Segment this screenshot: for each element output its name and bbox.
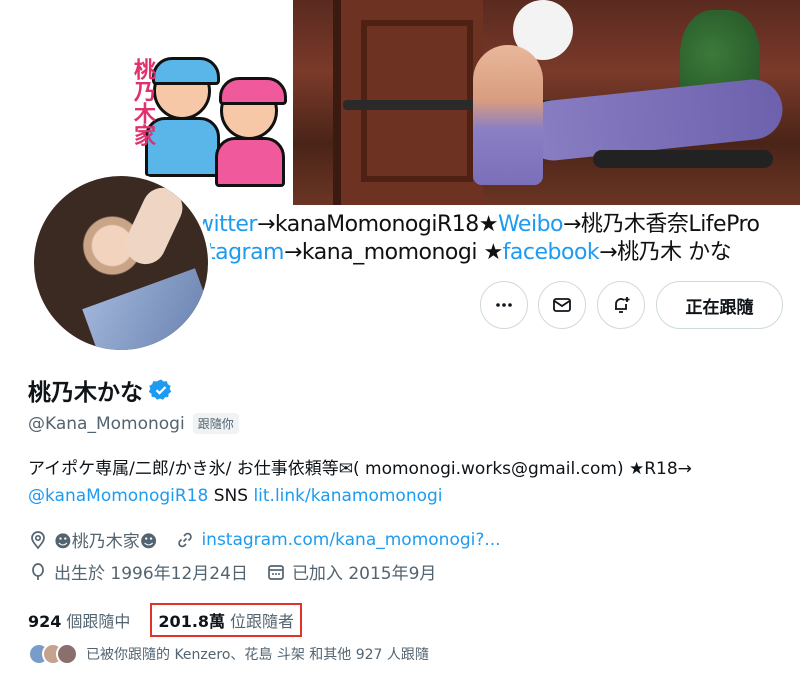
profile-bio: アイポケ専属/二郎/かき氷/ お仕事依頼等✉( momonogi.works@g… <box>28 459 692 506</box>
link-icon <box>178 532 193 547</box>
profile-meta-row1: ☻桃乃木家☻ instagram.com/kana_momonogi?... <box>28 527 519 552</box>
banner-photo <box>293 0 800 205</box>
banner-person <box>473 45 543 185</box>
website-link[interactable]: instagram.com/kana_momonogi?... <box>201 530 500 550</box>
avatar <box>56 643 78 665</box>
followed-by-text: 已被你跟隨的 Kenzero、花島 斗架 和其他 927 人跟隨 <box>86 647 429 663</box>
notify-button[interactable] <box>597 281 645 329</box>
following-stat[interactable]: 924 個跟隨中 <box>28 608 130 632</box>
mutual-avatars <box>28 643 78 665</box>
balloon-icon <box>32 562 44 580</box>
location-item: ☻桃乃木家☻ <box>28 527 157 552</box>
bell-plus-icon <box>615 297 630 313</box>
more-button[interactable] <box>480 281 528 329</box>
banner-text-line2: stagram→kana_momonogi ★facebook→桃乃木 かな <box>196 240 732 265</box>
handle: @Kana_Momonogi <box>28 413 185 434</box>
location-pin-icon <box>31 530 45 549</box>
bio-external-link[interactable]: lit.link/kanamomonogi <box>253 486 442 506</box>
follow-stats: 924 個跟隨中 201.8萬 位跟隨者 <box>28 603 330 637</box>
followers-stat[interactable]: 201.8萬 位跟隨者 <box>150 603 303 637</box>
banner-stand <box>593 150 773 168</box>
verified-badge-icon[interactable] <box>149 378 173 402</box>
birthday-item: 出生於 1996年12月24日 <box>28 559 248 584</box>
website-item[interactable]: instagram.com/kana_momonogi?... <box>175 530 501 550</box>
display-name: 桃乃木かな <box>28 380 143 406</box>
bio-mention-link[interactable]: @kanaMomonogiR18 <box>28 486 208 506</box>
followed-by-row[interactable]: 已被你跟隨的 Kenzero、花島 斗架 和其他 927 人跟隨 <box>28 643 429 665</box>
handle-row: @Kana_Momonogi 跟隨你 <box>28 413 239 434</box>
message-button[interactable] <box>538 281 586 329</box>
calendar-icon <box>268 564 284 580</box>
profile-avatar[interactable] <box>30 172 212 354</box>
joined-text: 已加入 2015年9月 <box>291 564 437 584</box>
profile-meta-row2: 出生於 1996年12月24日 已加入 2015年9月 <box>28 559 454 584</box>
birthday-text: 出生於 1996年12月24日 <box>54 564 248 584</box>
following-button[interactable]: 正在跟隨 <box>656 281 783 329</box>
envelope-icon <box>553 298 571 312</box>
location-text: ☻桃乃木家☻ <box>54 532 158 552</box>
joined-item: 已加入 2015年9月 <box>266 559 436 584</box>
banner-vertical-text: 桃乃木家 <box>130 58 155 146</box>
name-row: 桃乃木かな <box>28 373 173 407</box>
more-horizontal-icon <box>496 303 512 307</box>
follows-you-badge: 跟隨你 <box>192 413 239 434</box>
